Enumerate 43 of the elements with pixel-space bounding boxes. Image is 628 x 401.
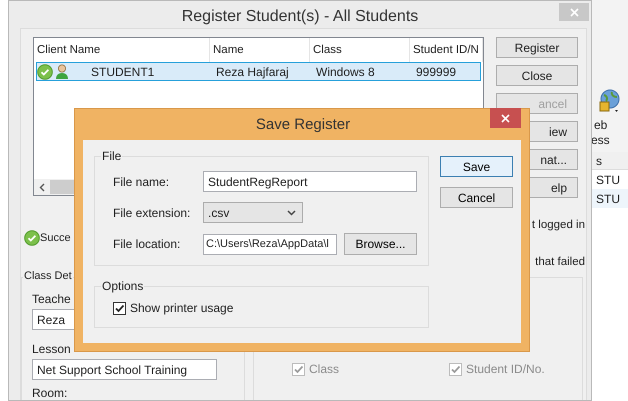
- check-circle-icon: [24, 230, 40, 246]
- dialog-title: Save Register: [256, 116, 350, 133]
- field-label: File location:: [113, 237, 182, 251]
- check-circle-icon: [37, 64, 53, 80]
- table-cell-text: Reza Hajfaraj: [215, 64, 290, 78]
- note-text: t logged in: [532, 219, 585, 231]
- field-label: Lesson: [32, 342, 71, 356]
- checkbox-label: Student ID/No.: [466, 362, 545, 376]
- dialog-button[interactable]: Save: [440, 156, 513, 177]
- field-label: File extension:: [113, 206, 192, 220]
- group-title: Options: [101, 279, 144, 293]
- window-title: Register Student(s) - All Students: [182, 6, 418, 26]
- side-button[interactable]: Register: [496, 37, 578, 58]
- chevron-down-icon: [287, 210, 296, 216]
- side-button[interactable]: Close: [496, 65, 578, 86]
- close-icon: [570, 8, 578, 16]
- person-icon: [55, 64, 69, 79]
- table-cell: STUDENT1: [91, 64, 154, 78]
- status-text: Succe: [40, 232, 71, 244]
- student-row[interactable]: STUDENT1 Reza Hajfaraj Windows 8 999999: [36, 62, 481, 81]
- extension-dropdown[interactable]: .csv: [203, 202, 303, 223]
- table-cell-text: Windows 8: [315, 64, 376, 78]
- note-text: that failed: [535, 256, 585, 268]
- chevron-left-icon[interactable]: [39, 182, 45, 192]
- group-title: Class Det: [23, 270, 73, 282]
- dialog-button[interactable]: Cancel: [440, 187, 513, 208]
- table-cell-text: 999999: [415, 64, 458, 78]
- browse-button[interactable]: Browse...: [344, 233, 417, 255]
- field-label: Teache: [32, 292, 71, 306]
- checkbox[interactable]: [113, 302, 126, 314]
- toolbar-label: eb: [594, 118, 608, 132]
- group-title: File: [101, 149, 122, 163]
- file-name-field[interactable]: StudentRegReport: [203, 171, 417, 192]
- checkbox-label: Class: [309, 362, 340, 376]
- list-item[interactable]: STU: [592, 189, 628, 208]
- field-label: Room:: [32, 386, 68, 400]
- list-header: s: [592, 152, 628, 170]
- lesson-field[interactable]: Net Support School Training: [32, 359, 217, 380]
- file-location-field[interactable]: C:\Users\Reza\AppData\l: [203, 234, 337, 254]
- close-icon: [501, 114, 510, 122]
- checkbox-label: Show printer usage: [130, 301, 234, 315]
- close-button[interactable]: [490, 108, 521, 128]
- field-label: File name:: [113, 174, 170, 188]
